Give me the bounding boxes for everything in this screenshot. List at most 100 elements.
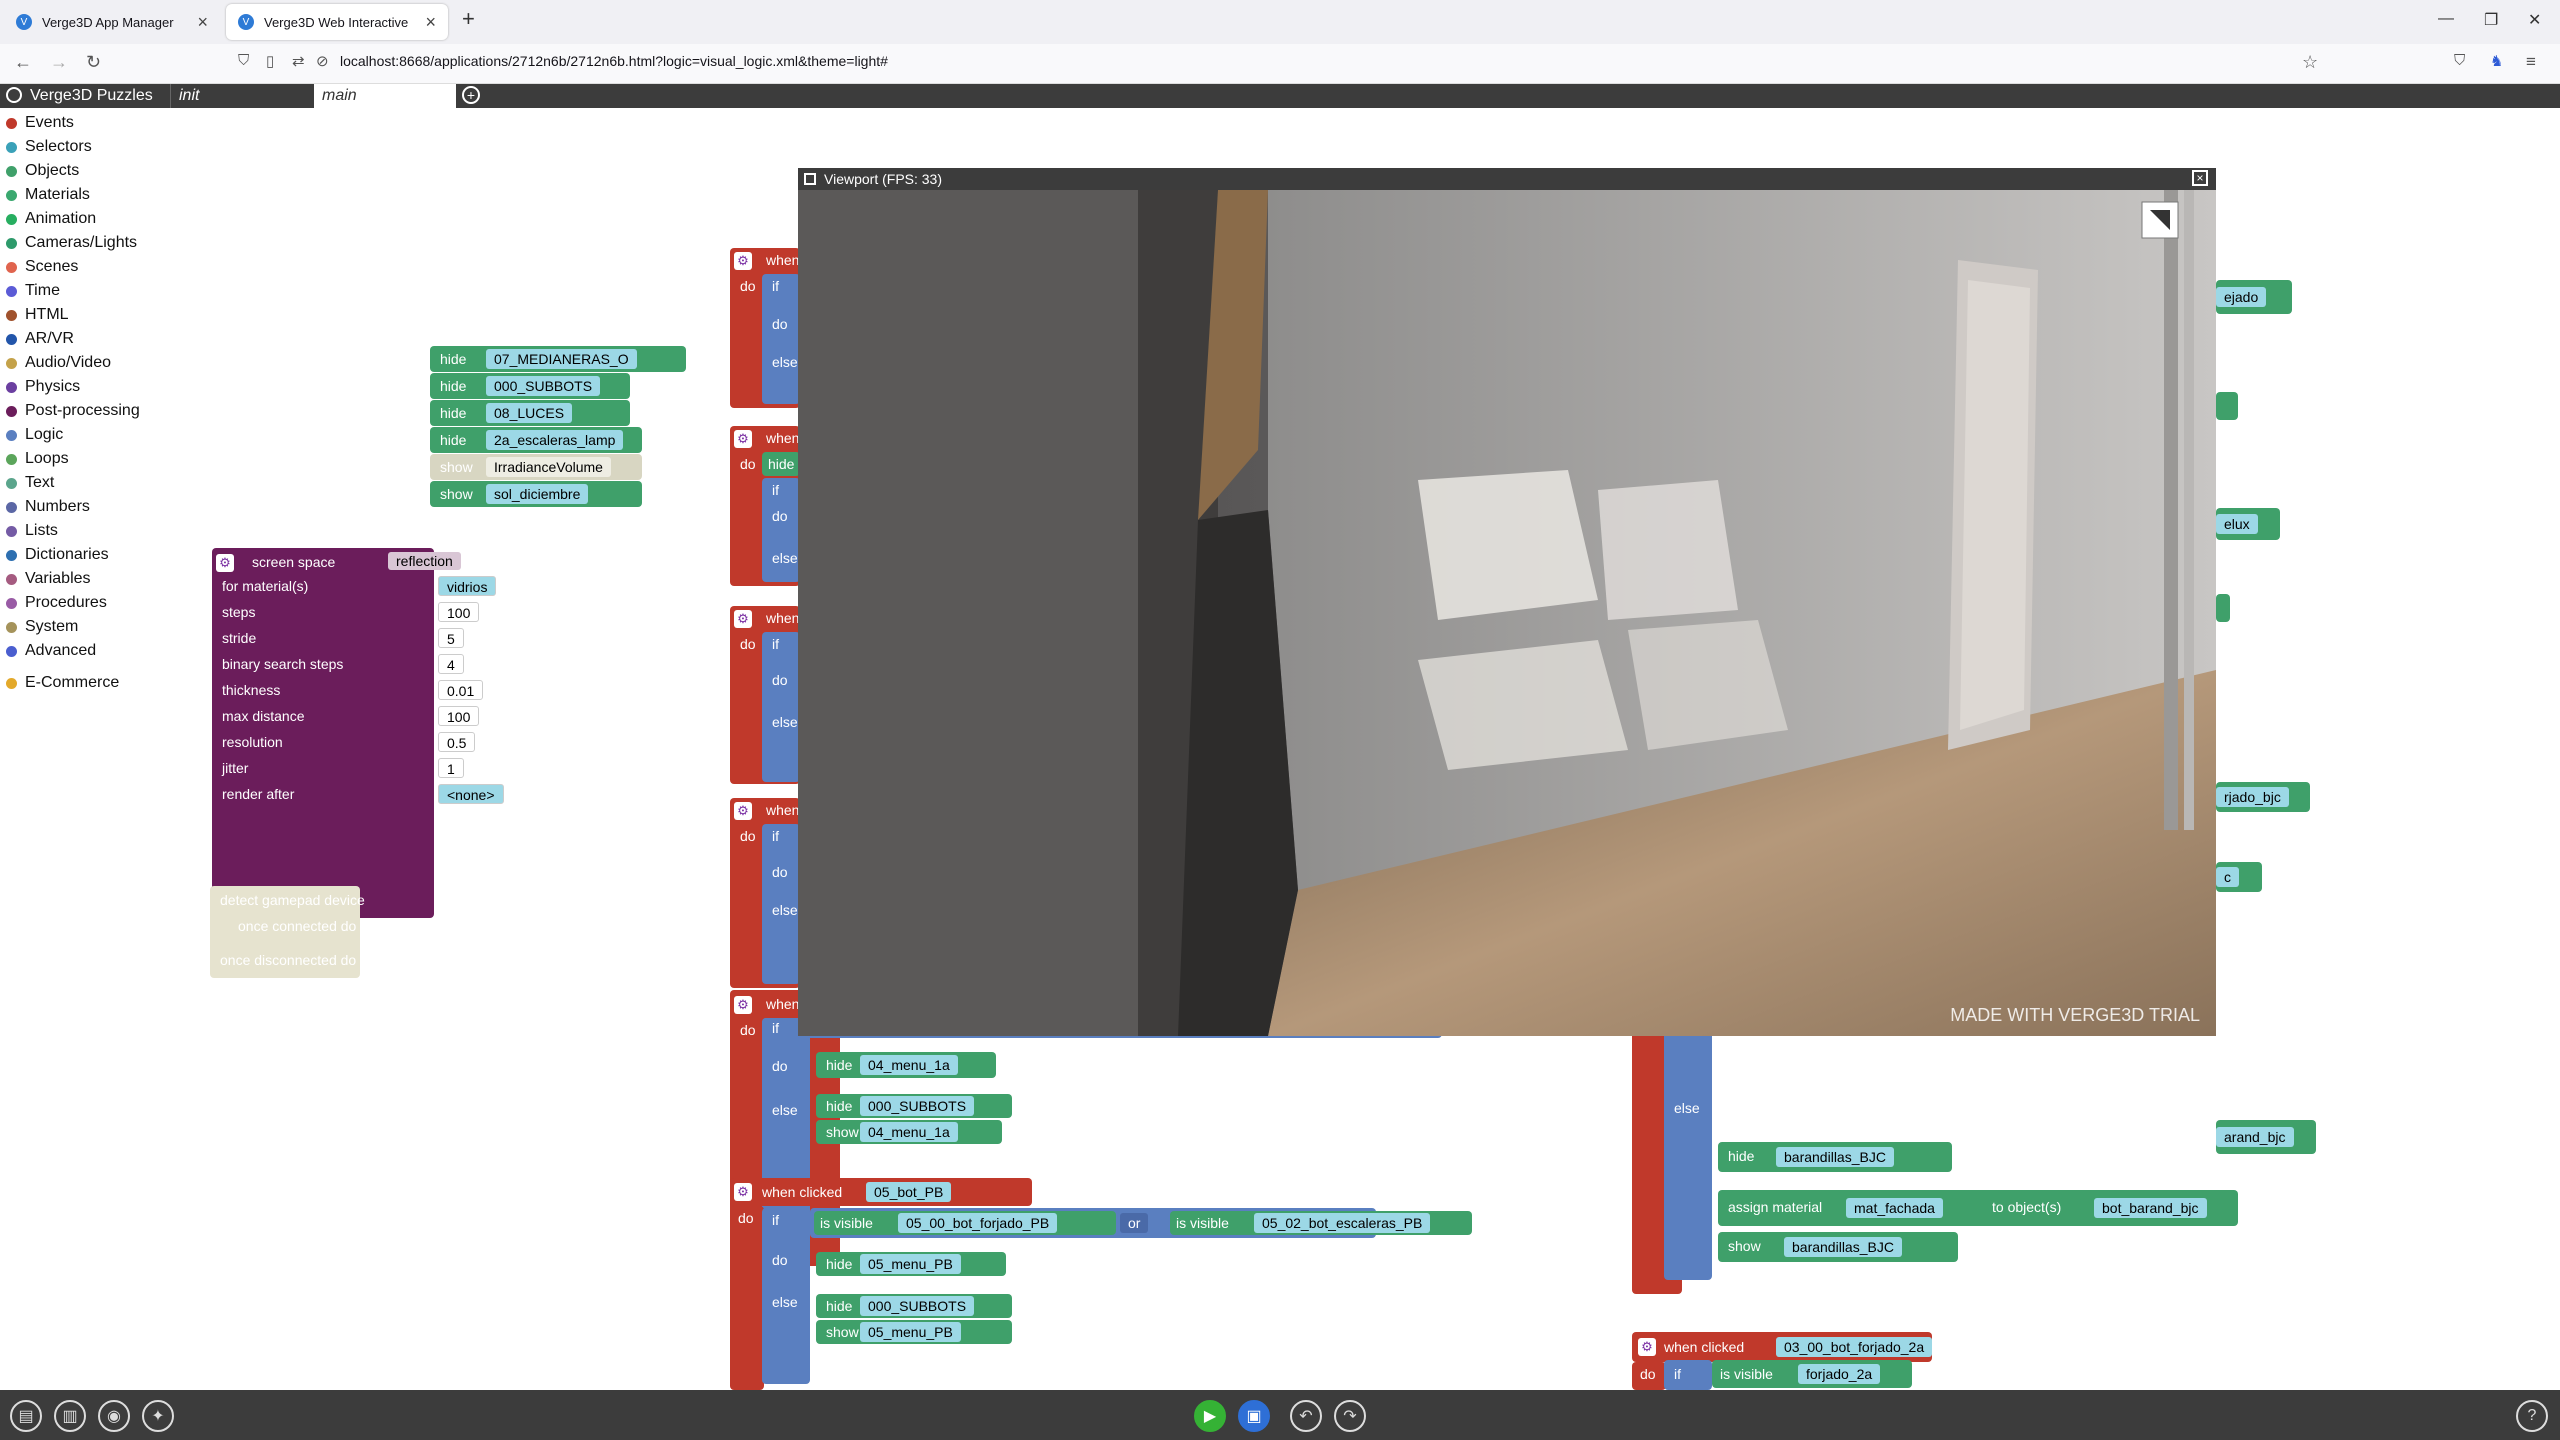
gear-icon[interactable]: ⚙	[216, 554, 234, 572]
close-tab-icon[interactable]: ×	[197, 12, 208, 33]
redo-icon[interactable]: ↷	[1334, 1400, 1366, 1432]
save-icon[interactable]: ▤	[10, 1400, 42, 1432]
close-viewport-icon[interactable]: ×	[2192, 170, 2208, 186]
show-block[interactable]: show IrradianceVolume	[430, 454, 642, 480]
plugins-icon[interactable]: ✦	[142, 1400, 174, 1432]
gear-icon[interactable]: ⚙	[734, 802, 752, 820]
event-block-3[interactable]: ⚙ when do if do else	[730, 606, 800, 784]
bookmark-star-icon[interactable]: ☆	[2302, 52, 2318, 73]
object-selector[interactable]: 05_menu_PB	[860, 1322, 961, 1342]
minimize-icon[interactable]: —	[2438, 10, 2454, 28]
category-system[interactable]: System	[6, 618, 78, 636]
hide-block[interactable]: hide 05_menu_PB	[816, 1252, 1006, 1276]
detect-gamepad-block[interactable]: detect gamepad device once connected do …	[210, 886, 365, 978]
category-cameras-lights[interactable]: Cameras/Lights	[6, 234, 137, 252]
event-block-2[interactable]: ⚙ when do hide if do else	[730, 426, 800, 586]
screenshot-icon[interactable]: ◉	[98, 1400, 130, 1432]
partial-block[interactable]: arand_bjc	[2216, 1120, 2316, 1154]
gear-icon[interactable]: ⚙	[734, 610, 752, 628]
close-window-icon[interactable]: ✕	[2528, 10, 2541, 30]
pocket-icon[interactable]: ⛉	[2454, 52, 2465, 69]
object-selector[interactable]: 2a_escaleras_lamp	[486, 430, 624, 450]
show-block[interactable]: show barandillas_BJC	[1718, 1232, 1958, 1262]
ssr-row-value[interactable]: 100	[438, 706, 480, 726]
category-physics[interactable]: Physics	[6, 378, 80, 396]
object-selector[interactable]: 08_LUCES	[486, 403, 573, 423]
object-selector[interactable]: IrradianceVolume	[486, 457, 611, 477]
object-selector[interactable]: 000_SUBBOTS	[860, 1096, 975, 1116]
ssr-row-value[interactable]: 0.5	[438, 732, 476, 752]
object-selector[interactable]: 05_bot_PB	[866, 1182, 952, 1202]
partial-block[interactable]	[2216, 594, 2230, 622]
category-variables[interactable]: Variables	[6, 570, 91, 588]
ssr-row-value[interactable]: <none>	[438, 784, 504, 804]
object-selector[interactable]: 000_SUBBOTS	[860, 1296, 975, 1316]
gear-icon[interactable]: ⚙	[734, 1183, 752, 1201]
is-visible-block[interactable]: is visible 05_00_bot_forjado_PB	[814, 1211, 1116, 1235]
object-selector[interactable]: barandillas_BJC	[1776, 1147, 1894, 1167]
object-selector[interactable]: 05_00_bot_forjado_PB	[898, 1213, 1058, 1233]
category-html[interactable]: HTML	[6, 306, 69, 324]
save-button-icon[interactable]: ▣	[1238, 1400, 1270, 1432]
category-materials[interactable]: Materials	[6, 186, 90, 204]
viewport-header[interactable]: Viewport (FPS: 33) ×	[798, 168, 2216, 190]
if-block-6[interactable]: if do else	[762, 1208, 810, 1384]
category-text[interactable]: Text	[6, 474, 54, 492]
category-logic[interactable]: Logic	[6, 426, 63, 444]
help-icon[interactable]: ?	[2516, 1400, 2548, 1432]
undo-icon[interactable]: ↶	[1290, 1400, 1322, 1432]
category-loops[interactable]: Loops	[6, 450, 69, 468]
add-workspace-icon[interactable]: +	[462, 86, 480, 104]
category-ar-vr[interactable]: AR/VR	[6, 330, 74, 348]
3d-scene-render[interactable]: MADE WITH VERGE3D TRIAL	[798, 190, 2216, 1036]
ssr-row-value[interactable]: 4	[438, 654, 464, 674]
gear-icon[interactable]: ⚙	[734, 252, 752, 270]
gear-icon[interactable]: ⚙	[734, 996, 752, 1014]
object-selector[interactable]: rjado_bjc	[2216, 787, 2289, 807]
or-condition[interactable]: is visible 05_00_bot_forjado_PB or is vi…	[810, 1208, 1472, 1238]
if-block[interactable]: if do else	[762, 478, 800, 582]
if-block[interactable]: if do else	[762, 274, 800, 404]
assign-material-block[interactable]: assign material mat_fachada to object(s)…	[1718, 1190, 2238, 1226]
ssr-row-value[interactable]: 100	[438, 602, 480, 622]
partial-block[interactable]	[2216, 392, 2238, 420]
object-selector[interactable]: barandillas_BJC	[1784, 1237, 1902, 1257]
not-secure-icon[interactable]: ⊘	[316, 52, 329, 70]
hide-block[interactable]: hide 2a_escaleras_lamp	[430, 427, 642, 453]
permissions-icon[interactable]: ⇄	[292, 52, 305, 70]
or-dropdown[interactable]: or	[1120, 1213, 1149, 1233]
extension-icon[interactable]: ♞	[2490, 52, 2503, 70]
event-block-1[interactable]: ⚙ when do if do else	[730, 248, 800, 408]
page-icon[interactable]: ▯	[266, 52, 274, 70]
partial-block[interactable]: ejado	[2216, 280, 2292, 314]
object-selector[interactable]: 05_menu_PB	[860, 1254, 961, 1274]
object-selector[interactable]: 05_02_bot_escaleras_PB	[1254, 1213, 1431, 1233]
category-selectors[interactable]: Selectors	[6, 138, 92, 156]
object-selector[interactable]: 04_menu_1a	[860, 1122, 958, 1142]
partial-block[interactable]: elux	[2216, 508, 2280, 540]
category-lists[interactable]: Lists	[6, 522, 58, 540]
ssr-row-value[interactable]: vidrios	[438, 576, 497, 596]
category-objects[interactable]: Objects	[6, 162, 79, 180]
if-block[interactable]: if do else	[762, 632, 800, 782]
hide-block[interactable]: hide 000_SUBBOTS	[816, 1294, 1012, 1318]
hide-block[interactable]: hide 04_menu_1a	[816, 1052, 996, 1078]
new-tab-icon[interactable]: +	[462, 6, 475, 32]
category-procedures[interactable]: Procedures	[6, 594, 107, 612]
category-post-processing[interactable]: Post-processing	[6, 402, 140, 420]
object-selector[interactable]: sol_diciembre	[486, 484, 589, 504]
if-block-r1[interactable]: else	[1664, 1018, 1712, 1280]
event-block-6-body[interactable]: do	[730, 1206, 764, 1390]
category-advanced[interactable]: Advanced	[6, 642, 96, 660]
gear-icon[interactable]: ⚙	[1638, 1338, 1656, 1356]
category-animation[interactable]: Animation	[6, 210, 96, 228]
library-icon[interactable]: ▥	[54, 1400, 86, 1432]
ssr-row-value[interactable]: 5	[438, 628, 464, 648]
show-block[interactable]: show sol_diciembre	[430, 481, 642, 507]
category-scenes[interactable]: Scenes	[6, 258, 78, 276]
gear-icon[interactable]: ⚙	[734, 430, 752, 448]
object-selector[interactable]: elux	[2216, 514, 2258, 534]
show-block[interactable]: show 05_menu_PB	[816, 1320, 1012, 1344]
object-selector[interactable]: 03_00_bot_forjado_2a	[1776, 1337, 1933, 1357]
category-events[interactable]: Events	[6, 114, 74, 132]
